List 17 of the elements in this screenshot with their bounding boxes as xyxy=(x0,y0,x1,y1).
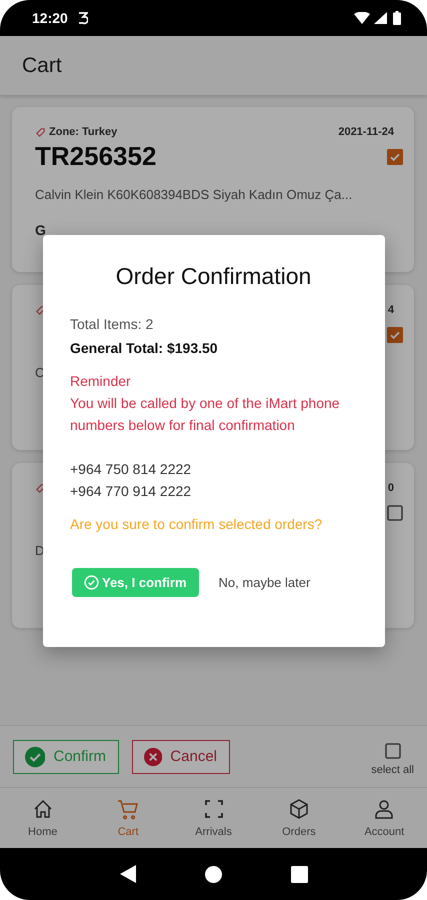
phone-number: +964 750 814 2222 xyxy=(70,460,192,479)
order-code: TR256352 xyxy=(35,141,156,172)
status-time: 12:20 xyxy=(32,10,68,26)
product-description: Calvin Klein K60K608394BDS Siyah Kadın Omuz Ça... xyxy=(35,187,354,202)
page-title: Cart xyxy=(22,54,62,78)
total-items: Total Items: 2 xyxy=(70,316,154,332)
reminder-title: Reminder xyxy=(70,372,132,391)
reminder-text: You will be called by one of the iMart phone numbers below for final confirmation xyxy=(70,394,341,435)
product-description: C xyxy=(35,365,46,380)
order-date: 2021-11-24 xyxy=(338,126,394,138)
zone-label: Zone: Turkey xyxy=(49,126,118,138)
order-date: 4 xyxy=(388,304,394,316)
order-total: G xyxy=(35,222,47,238)
phone-number: +964 770 914 2222 xyxy=(70,482,192,501)
general-total: General Total: $193.50 xyxy=(70,340,219,356)
order-date: 0 xyxy=(388,482,394,494)
confirm-question: Are you sure to confirm selected orders? xyxy=(70,516,324,532)
